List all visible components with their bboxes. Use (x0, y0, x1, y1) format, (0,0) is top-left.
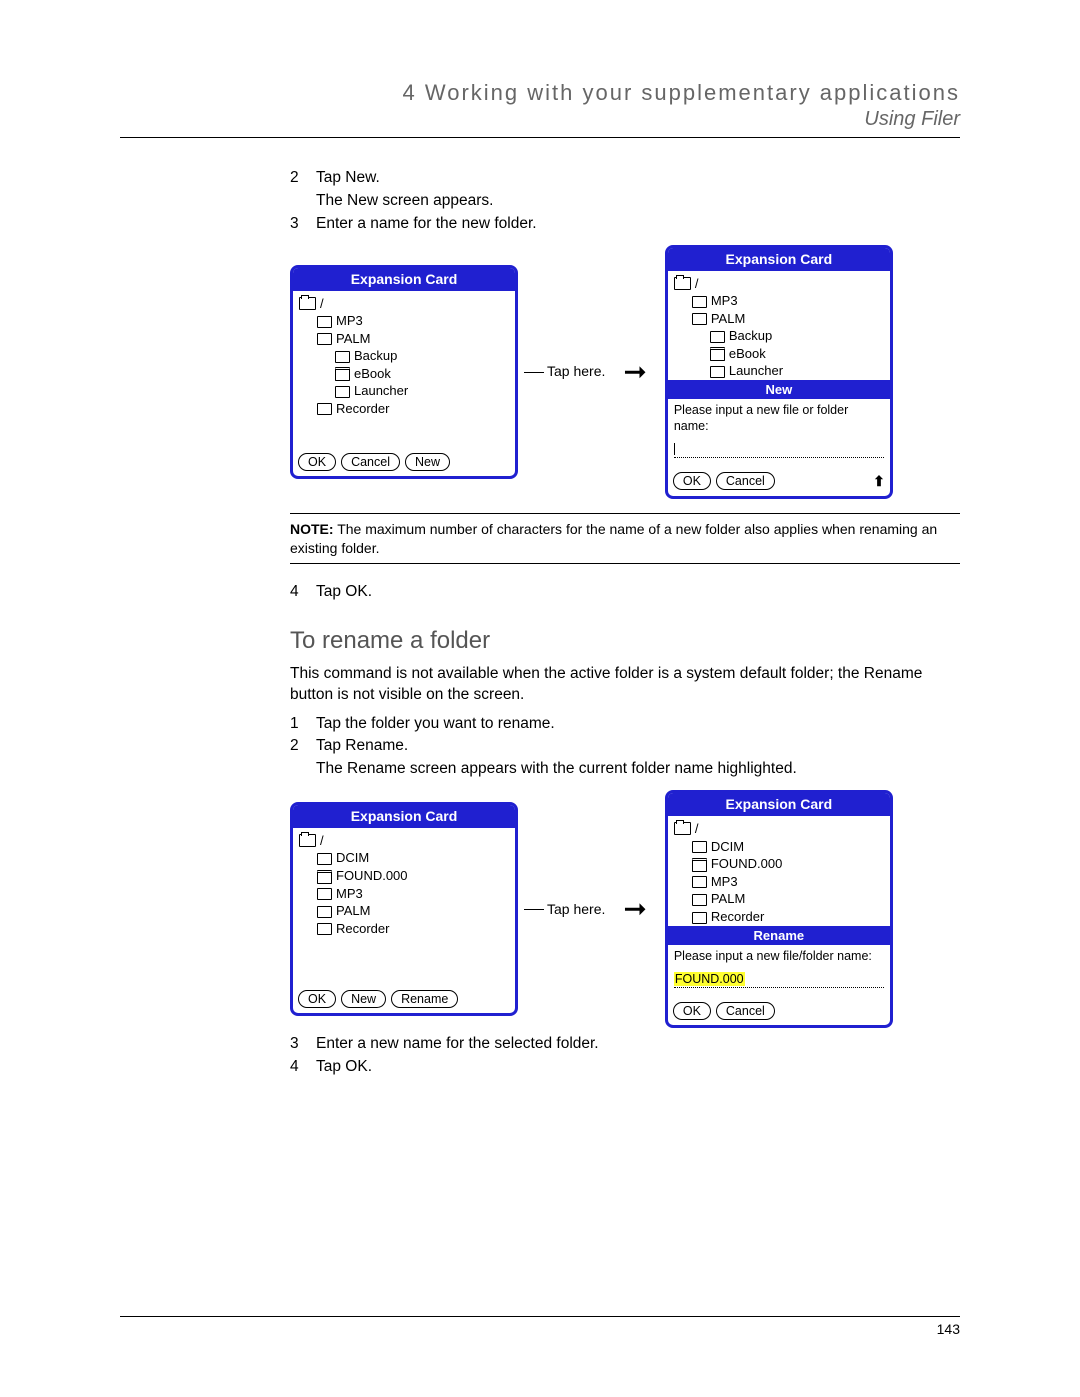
folder-item[interactable]: Backup (674, 327, 884, 345)
rename-button[interactable]: Rename (391, 990, 458, 1008)
palm-screen-rename-left: Expansion Card / DCIM FOUND.000 MP3 PALM… (290, 802, 518, 1016)
arrow-icon: ➞ (623, 353, 646, 391)
folder-item[interactable]: PALM (674, 890, 884, 908)
chapter-title: 4 Working with your supplementary applic… (120, 80, 960, 106)
folder-item[interactable]: FOUND.000 (299, 867, 509, 885)
folder-item[interactable]: MP3 (299, 312, 509, 330)
figure-row-rename: Expansion Card / DCIM FOUND.000 MP3 PALM… (290, 790, 960, 1027)
ok-button[interactable]: OK (298, 990, 336, 1008)
note-box: NOTE: The maximum number of characters f… (290, 513, 960, 565)
folder-item[interactable]: Launcher (674, 362, 884, 380)
name-input[interactable] (674, 441, 884, 458)
rename-step-4: 4Tap OK. (290, 1057, 960, 1078)
folder-item[interactable]: Recorder (299, 920, 509, 938)
folder-item[interactable]: FOUND.000 (674, 855, 884, 873)
subsection-intro: This command is not available when the a… (290, 664, 960, 706)
folder-item[interactable]: Recorder (674, 908, 884, 926)
palm-screen-new-left: Expansion Card / MP3 PALM Backup eBook L… (290, 265, 518, 479)
step-4: 4Tap OK. (290, 582, 960, 603)
step-2: 2Tap New. (290, 168, 960, 189)
folder-item[interactable]: DCIM (299, 849, 509, 867)
rename-step-3: 3Enter a new name for the selected folde… (290, 1034, 960, 1055)
name-input[interactable]: FOUND.000 (674, 971, 884, 988)
root-folder: / (674, 275, 884, 293)
root-folder: / (299, 295, 509, 313)
folder-item[interactable]: MP3 (674, 873, 884, 891)
palm-screen-new-right: Expansion Card / MP3 PALM Backup eBook L… (665, 245, 893, 499)
prompt-text: Please input a new file/folder name: (674, 945, 884, 967)
cancel-button[interactable]: Cancel (341, 453, 400, 471)
folder-item[interactable]: Backup (299, 347, 509, 365)
folder-item[interactable]: PALM (674, 310, 884, 328)
arrow-icon: ➞ (623, 890, 646, 928)
sub-titlebar: Rename (668, 926, 890, 946)
folder-item[interactable]: MP3 (299, 885, 509, 903)
cancel-button[interactable]: Cancel (716, 1002, 775, 1020)
rename-step-1: 1Tap the folder you want to rename. (290, 714, 960, 735)
folder-item[interactable]: PALM (299, 330, 509, 348)
folder-item[interactable]: Launcher (299, 382, 509, 400)
callout-tap-here: Tap here. (524, 900, 605, 919)
prompt-text: Please input a new file or folder name: (674, 399, 884, 436)
page-header: 4 Working with your supplementary applic… (120, 80, 960, 138)
palm-title: Expansion Card (668, 793, 890, 816)
step-3: 3Enter a name for the new folder. (290, 214, 960, 235)
figure-row-new: Expansion Card / MP3 PALM Backup eBook L… (290, 245, 960, 499)
palm-screen-rename-right: Expansion Card / DCIM FOUND.000 MP3 PALM… (665, 790, 893, 1027)
shift-icon[interactable]: ⬆ (873, 472, 885, 491)
step-2-sub: The New screen appears. (316, 191, 960, 212)
ok-button[interactable]: OK (673, 472, 711, 490)
palm-title: Expansion Card (293, 805, 515, 828)
page-number: 143 (120, 1316, 960, 1337)
root-folder: / (674, 820, 884, 838)
folder-item[interactable]: DCIM (674, 838, 884, 856)
folder-item[interactable]: Recorder (299, 400, 509, 418)
rename-step-2-sub: The Rename screen appears with the curre… (316, 759, 960, 780)
folder-item[interactable]: eBook (299, 365, 509, 383)
palm-title: Expansion Card (293, 268, 515, 291)
section-name: Using Filer (120, 108, 960, 131)
new-button[interactable]: New (405, 453, 450, 471)
sub-titlebar: New (668, 380, 890, 400)
subsection-title: To rename a folder (290, 625, 960, 657)
callout-tap-here: Tap here. (524, 362, 605, 381)
ok-button[interactable]: OK (298, 453, 336, 471)
ok-button[interactable]: OK (673, 1002, 711, 1020)
folder-item[interactable]: MP3 (674, 292, 884, 310)
folder-item[interactable]: PALM (299, 902, 509, 920)
new-button[interactable]: New (341, 990, 386, 1008)
cancel-button[interactable]: Cancel (716, 472, 775, 490)
rename-step-2: 2Tap Rename. (290, 736, 960, 757)
folder-item[interactable]: eBook (674, 345, 884, 363)
root-folder: / (299, 832, 509, 850)
palm-title: Expansion Card (668, 248, 890, 271)
